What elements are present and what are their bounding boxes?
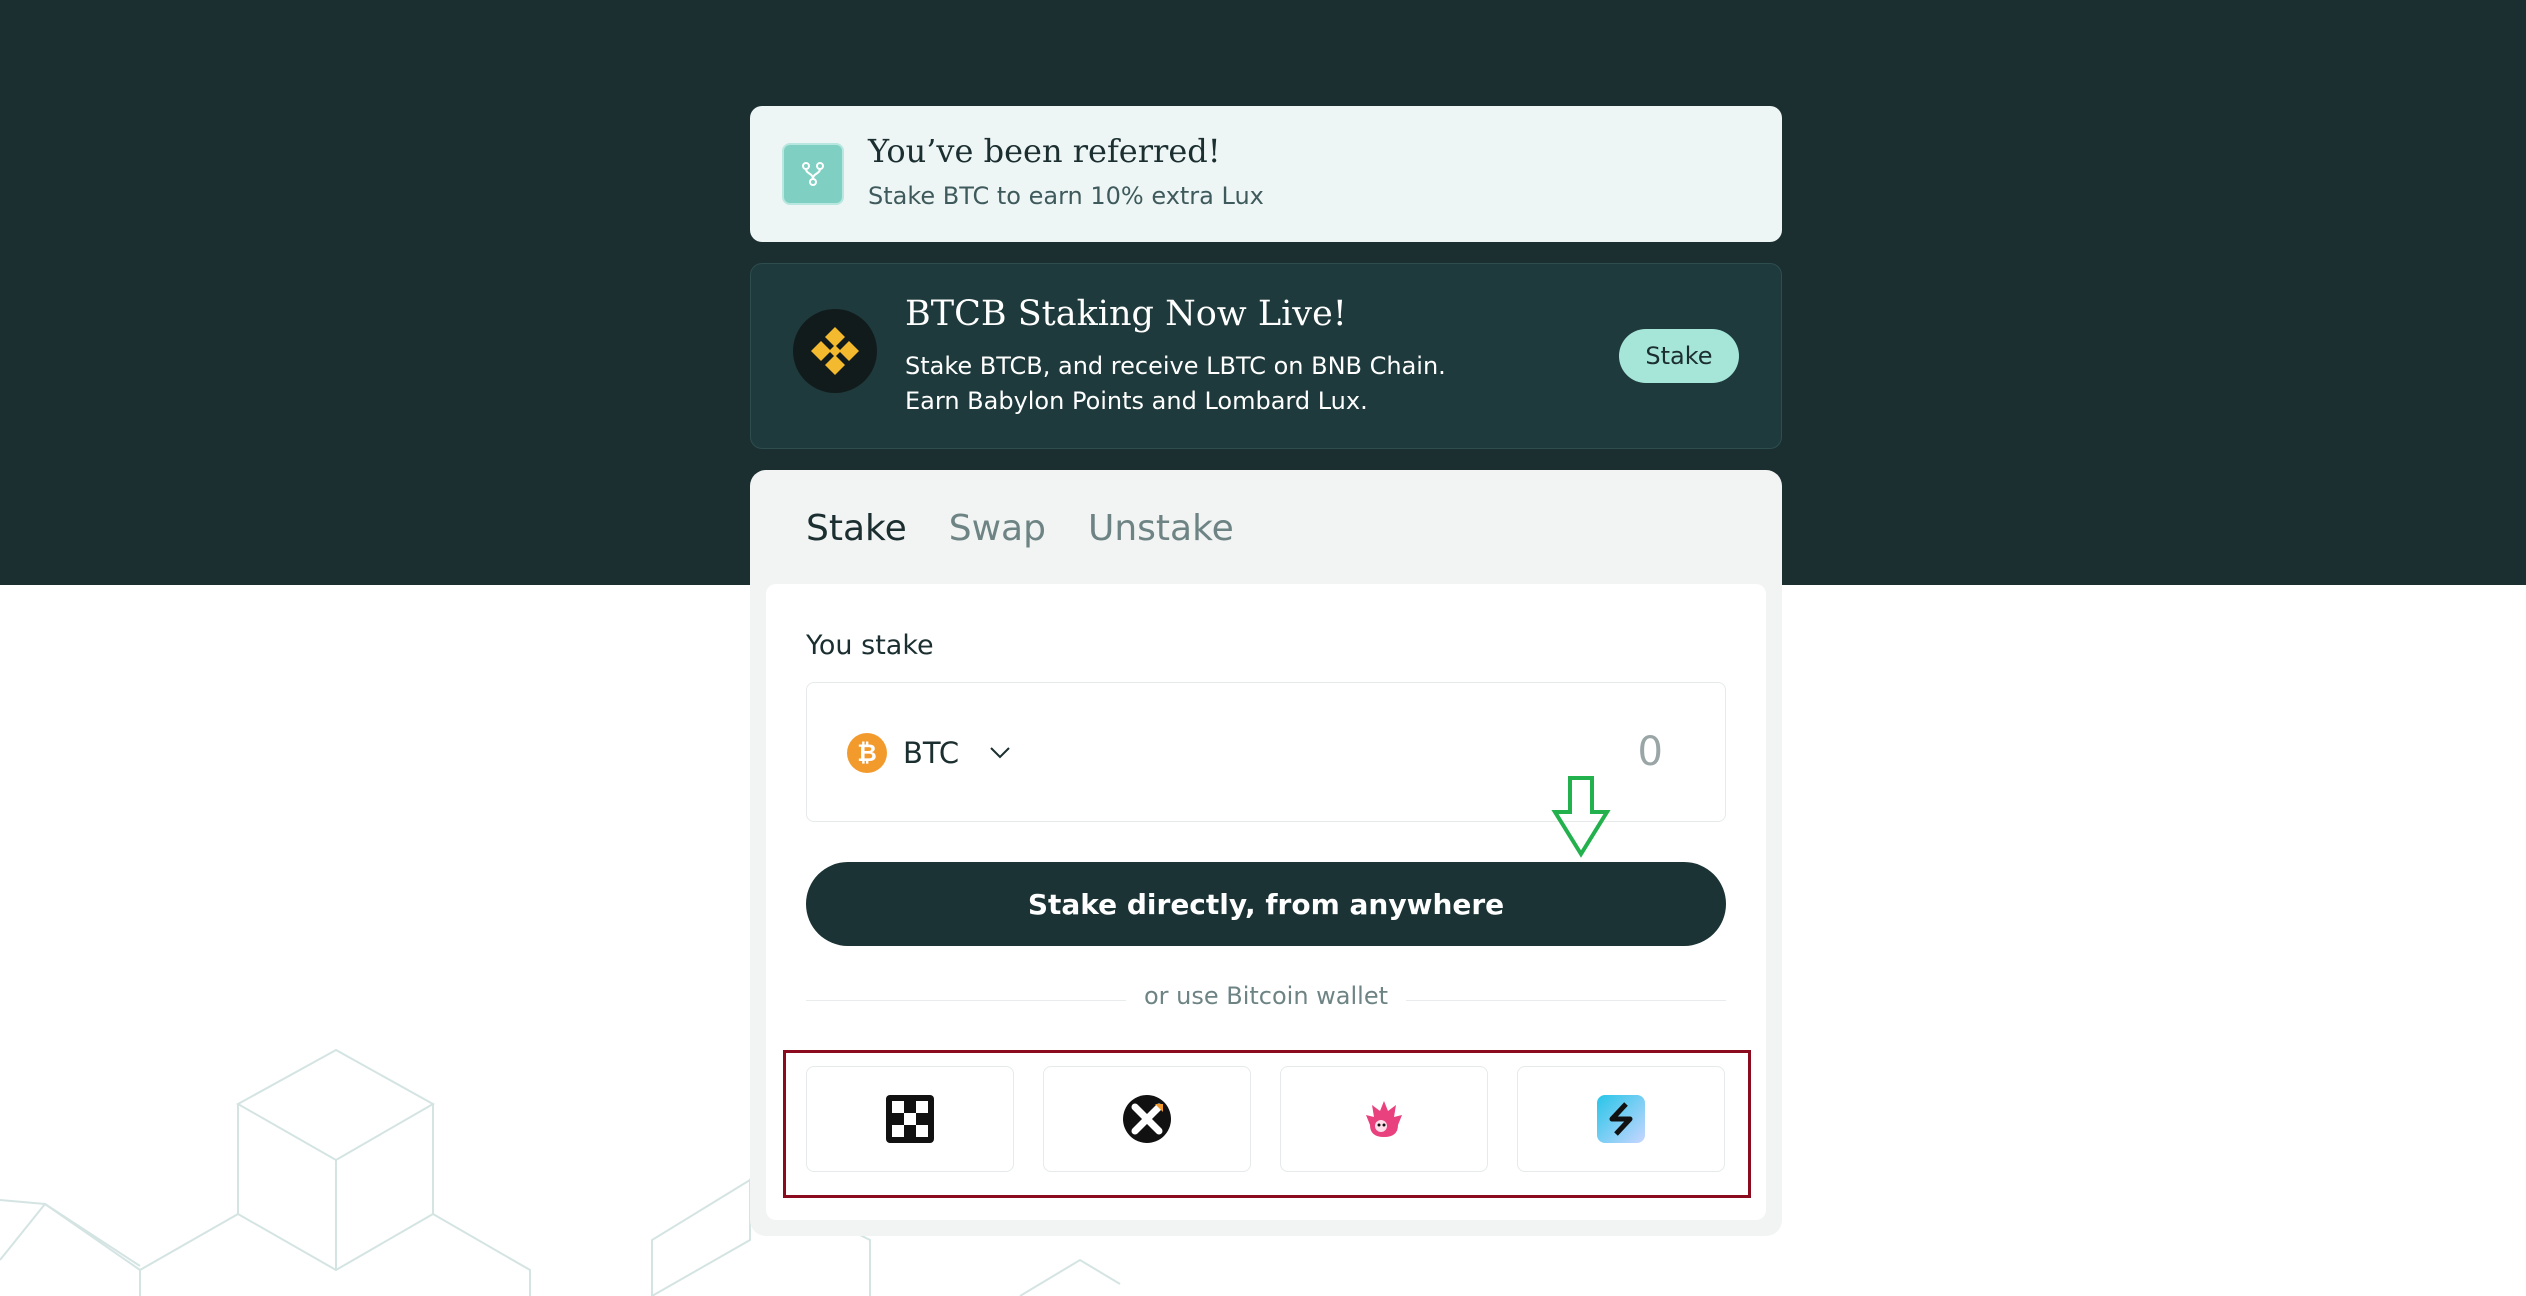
fork-icon xyxy=(782,143,844,205)
bitcoin-wallet-divider-label: or use Bitcoin wallet xyxy=(1126,982,1406,1010)
wallet-option-checkered[interactable] xyxy=(806,1066,1014,1172)
tab-swap[interactable]: Swap xyxy=(949,508,1046,578)
promo-description-line-2: Earn Babylon Points and Lombard Lux. xyxy=(905,387,1368,415)
tab-bar: Stake Swap Unstake xyxy=(806,508,1276,615)
promo-title: BTCB Staking Now Live! xyxy=(905,294,1347,334)
token-selector[interactable]: ₿ BTC xyxy=(847,733,1011,773)
tab-stake[interactable]: Stake xyxy=(806,508,907,615)
wallet-option-lightning[interactable] xyxy=(1517,1066,1725,1172)
referral-title: You’ve been referred! xyxy=(868,132,1221,170)
promo-description-line-1: Stake BTCB, and receive LBTC on BNB Chai… xyxy=(905,352,1446,380)
btcb-promo-banner: BTCB Staking Now Live! Stake BTCB, and r… xyxy=(750,263,1782,449)
tab-unstake[interactable]: Unstake xyxy=(1088,508,1234,578)
arrow-down-icon xyxy=(1551,776,1611,858)
hedgehog-wallet-icon xyxy=(1366,1101,1402,1137)
bitcoin-icon: ₿ xyxy=(847,733,887,773)
chevron-down-icon xyxy=(989,746,1011,760)
stake-directly-button[interactable]: Stake directly, from anywhere xyxy=(806,862,1726,946)
wallet-option-hedgehog[interactable] xyxy=(1280,1066,1488,1172)
referral-banner: You’ve been referred! Stake BTC to earn … xyxy=(750,106,1782,242)
stake-form: You stake ₿ BTC Stake directly, from any… xyxy=(766,584,1766,1220)
lightning-wallet-icon xyxy=(1597,1095,1645,1143)
bnb-logo-icon xyxy=(793,309,877,393)
referral-subtitle: Stake BTC to earn 10% extra Lux xyxy=(868,182,1264,210)
promo-stake-button[interactable]: Stake xyxy=(1619,329,1739,383)
checkered-wallet-icon xyxy=(886,1095,934,1143)
token-name: BTC xyxy=(903,736,960,770)
amount-input[interactable] xyxy=(1361,721,1665,783)
wallet-option-x[interactable] xyxy=(1043,1066,1251,1172)
stake-panel: Stake Swap Unstake You stake ₿ BTC Stake… xyxy=(750,470,1782,1236)
x-wallet-icon xyxy=(1123,1095,1171,1143)
you-stake-label: You stake xyxy=(806,630,934,661)
